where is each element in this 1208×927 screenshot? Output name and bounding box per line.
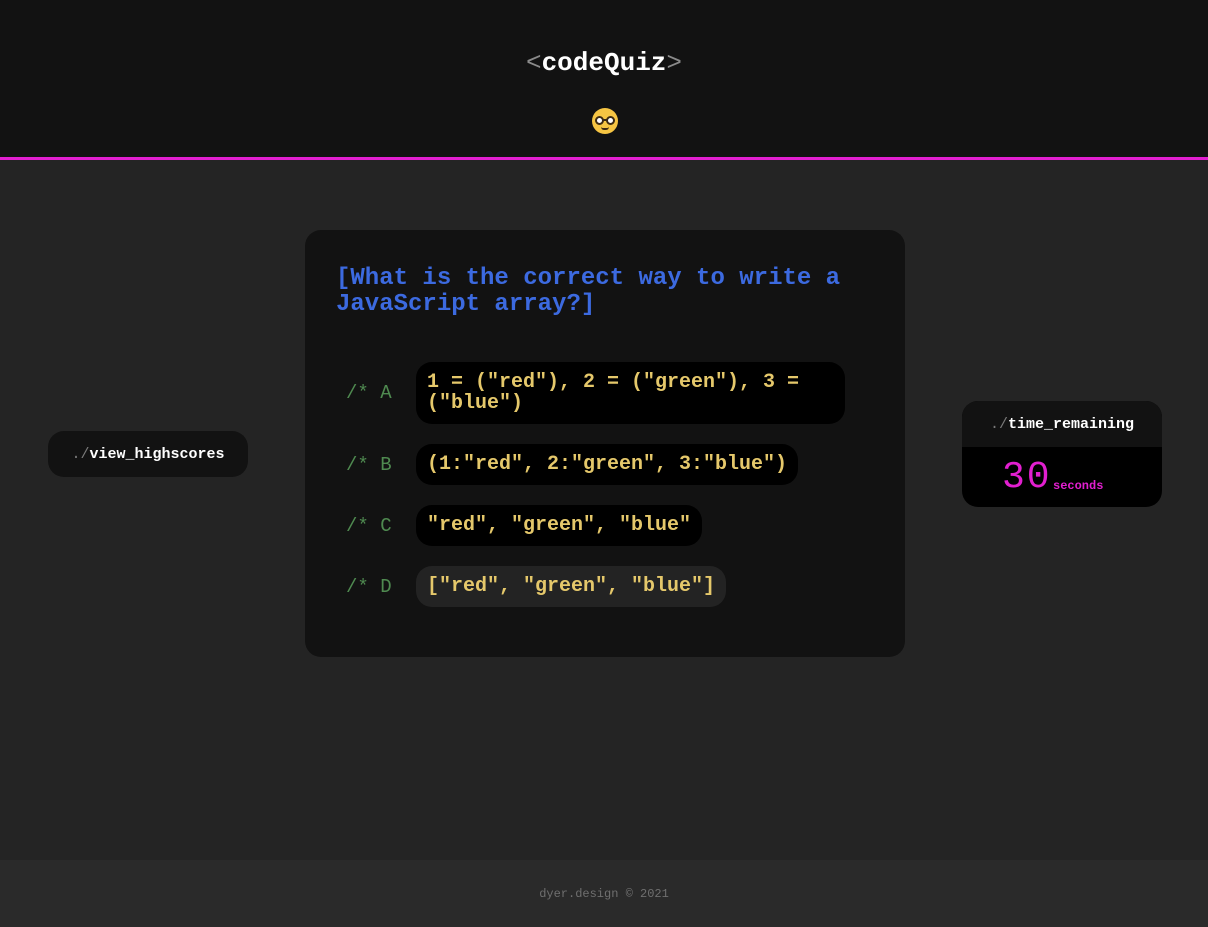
question-text: [What is the correct way to write a Java… — [336, 265, 841, 318]
option-c: /* C "red", "green", "blue" — [346, 505, 703, 546]
option-b-button[interactable]: (1:"red", 2:"green", 3:"blue") — [416, 444, 799, 485]
logo-open-bracket: < — [525, 48, 542, 78]
option-c-button[interactable]: "red", "green", "blue" — [416, 505, 703, 546]
timer-body: 30 seconds — [962, 447, 1162, 507]
option-d-label: /* D — [346, 575, 392, 598]
site-footer: dyer.design © 2021 — [0, 860, 1208, 927]
site-logo: <codeQuiz> — [0, 48, 1208, 78]
nerd-face-icon — [592, 108, 618, 134]
highscores-prefix: ./ — [71, 445, 90, 463]
timer-prefix: ./ — [989, 415, 1008, 433]
logo-close-bracket: > — [666, 48, 683, 78]
option-a-button[interactable]: 1 = ("red"), 2 = ("green"), 3 = ("blue") — [416, 362, 845, 424]
option-c-label: /* C — [346, 514, 392, 537]
option-a: /* A 1 = ("red"), 2 = ("green"), 3 = ("b… — [346, 362, 845, 424]
site-header: <codeQuiz> — [0, 0, 1208, 160]
quiz-card: [What is the correct way to write a Java… — [305, 230, 905, 657]
option-a-label: /* A — [346, 382, 392, 404]
option-d-button[interactable]: ["red", "green", "blue"] — [416, 566, 727, 607]
option-d: /* D ["red", "green", "blue"] — [346, 566, 727, 607]
logo-text: codeQuiz — [541, 48, 667, 78]
highscores-label: view_highscores — [89, 445, 225, 463]
option-b-label: /* B — [346, 453, 392, 476]
footer-credit: dyer.design © 2021 — [539, 886, 669, 901]
view-highscores-button[interactable]: ./view_highscores — [48, 431, 248, 477]
timer-panel: ./time_remaining 30 seconds — [962, 401, 1162, 507]
timer-header: ./time_remaining — [962, 401, 1162, 447]
timer-unit: seconds — [1053, 479, 1104, 493]
option-b: /* B (1:"red", 2:"green", 3:"blue") — [346, 444, 799, 485]
timer-value: 30 — [1002, 456, 1052, 499]
timer-title: time_remaining — [1007, 415, 1135, 433]
